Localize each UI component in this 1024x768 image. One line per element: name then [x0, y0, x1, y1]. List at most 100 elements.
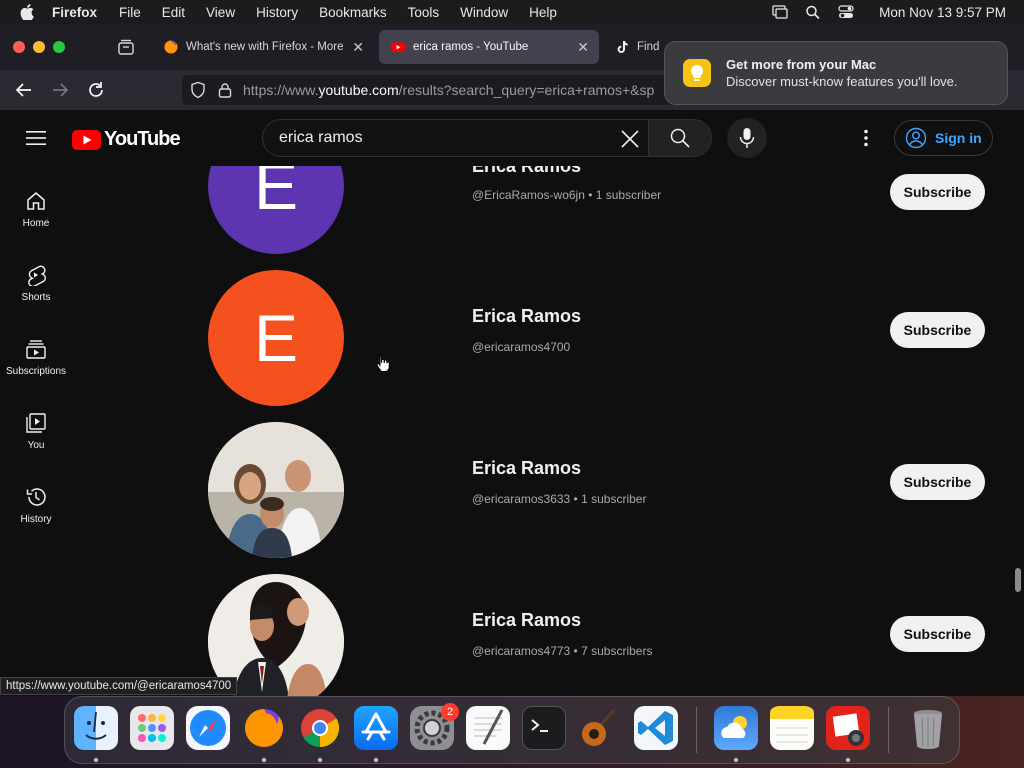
finder-icon[interactable] — [74, 706, 118, 750]
window-close-button[interactable] — [13, 41, 25, 53]
sign-in-label: Sign in — [935, 130, 982, 146]
tab-title: erica ramos - YouTube — [413, 41, 529, 53]
menu-history[interactable]: History — [256, 5, 298, 20]
menubar-clock[interactable]: Mon Nov 13 9:57 PM — [879, 5, 1006, 20]
subscribe-button[interactable]: Subscribe — [890, 616, 985, 652]
sidebar-item-home[interactable]: Home — [0, 176, 72, 250]
youtube-wordmark: YouTube — [104, 128, 181, 150]
app-store-icon[interactable] — [354, 706, 398, 750]
screen-mirroring-icon[interactable] — [772, 5, 788, 19]
url-bar[interactable]: https://www.youtube.com/results?search_q… — [182, 75, 682, 105]
spotlight-search-icon[interactable] — [805, 5, 821, 19]
channel-name[interactable]: Erica Ramos — [472, 306, 581, 327]
forward-arrow-icon[interactable] — [50, 80, 70, 100]
youtube-play-logo-icon — [72, 129, 101, 150]
more-options-icon[interactable] — [856, 128, 876, 148]
back-arrow-icon[interactable] — [14, 80, 34, 100]
launchpad-icon[interactable] — [130, 706, 174, 750]
macos-notification[interactable]: Get more from your Mac Discover must-kno… — [664, 41, 1008, 105]
clear-search-icon[interactable] — [619, 128, 641, 150]
tab-tiktok[interactable]: Find 'e — [603, 30, 663, 64]
page-scrollbar[interactable] — [1012, 166, 1024, 696]
safari-icon[interactable] — [186, 706, 230, 750]
subscribe-button[interactable]: Subscribe — [890, 174, 985, 210]
youtube-mini-sidebar: Home Shorts Subscriptions You History — [0, 166, 72, 696]
sidebar-item-subscriptions[interactable]: Subscriptions — [0, 324, 72, 398]
scrollbar-thumb[interactable] — [1015, 568, 1021, 592]
firefox-dock-icon[interactable] — [242, 706, 286, 750]
channel-result: E Erica Ramos @ericaramos4700 Subscribe — [72, 270, 1012, 422]
url-text: https://www.youtube.com/results?search_q… — [243, 82, 655, 98]
search-icon — [670, 128, 690, 148]
you-icon — [26, 413, 46, 433]
photo-booth-icon[interactable] — [826, 706, 870, 750]
window-zoom-button[interactable] — [53, 41, 65, 53]
sidebar-item-label: Home — [22, 218, 50, 229]
menu-help[interactable]: Help — [529, 5, 557, 20]
garageband-icon[interactable] — [578, 706, 622, 750]
sign-in-button[interactable]: Sign in — [894, 120, 993, 156]
menu-app-name[interactable]: Firefox — [52, 5, 97, 20]
menu-bookmarks[interactable]: Bookmarks — [319, 5, 387, 20]
tiktok-icon — [617, 41, 628, 53]
tab-close-icon[interactable]: ✕ — [577, 39, 589, 56]
channel-handle: @EricaRamos-wo6jn • 1 subscriber — [472, 188, 662, 202]
link-status-tooltip: https://www.youtube.com/@ericaramos4700 — [0, 677, 238, 695]
channel-name[interactable]: Erica Ramos — [472, 458, 581, 479]
search-button[interactable] — [648, 120, 711, 156]
sidebar-item-history[interactable]: History — [0, 472, 72, 546]
history-icon — [26, 488, 46, 506]
running-indicator — [262, 758, 266, 762]
notification-badge: 2 — [441, 703, 459, 721]
tab-firefox-whats-new[interactable]: What's new with Firefox - More ✕ — [152, 30, 374, 64]
channel-avatar[interactable]: E — [208, 270, 344, 406]
sidebar-item-label: Shorts — [21, 292, 51, 303]
menu-edit[interactable]: Edit — [162, 5, 185, 20]
menu-tools[interactable]: Tools — [408, 5, 440, 20]
youtube-logo[interactable]: YouTube — [72, 128, 181, 151]
running-indicator — [374, 758, 378, 762]
apple-icon[interactable] — [20, 4, 34, 20]
home-icon — [27, 192, 45, 210]
channel-avatar[interactable]: E — [208, 166, 344, 254]
account-circle-icon — [905, 127, 927, 149]
textedit-icon[interactable] — [466, 706, 510, 750]
subscribe-button[interactable]: Subscribe — [890, 312, 985, 348]
notification-title: Get more from your Mac — [726, 57, 877, 72]
running-indicator — [318, 758, 322, 762]
notification-body: Discover must-know features you'll love. — [726, 74, 958, 89]
sidebar-item-shorts[interactable]: Shorts — [0, 250, 72, 324]
subscriptions-icon — [26, 340, 46, 359]
menu-window[interactable]: Window — [460, 5, 508, 20]
hamburger-menu-icon[interactable] — [26, 130, 46, 146]
channel-name[interactable]: Erica Ramos — [472, 610, 581, 631]
tips-app-icon — [683, 59, 711, 87]
tab-overview-icon[interactable] — [117, 39, 135, 55]
tracking-protection-shield-icon[interactable] — [189, 81, 207, 99]
reload-icon[interactable] — [86, 80, 106, 100]
channel-handle: @ericaramos4773 • 7 subscribers — [472, 644, 653, 658]
voice-search-button[interactable] — [727, 118, 767, 158]
subscribe-button[interactable]: Subscribe — [890, 464, 985, 500]
control-center-icon[interactable] — [838, 5, 854, 19]
weather-icon[interactable] — [714, 706, 758, 750]
search-input[interactable] — [263, 120, 615, 156]
window-minimize-button[interactable] — [33, 41, 45, 53]
terminal-icon[interactable] — [522, 706, 566, 750]
tab-title: What's new with Firefox - More — [186, 41, 344, 53]
lock-icon[interactable] — [218, 82, 232, 98]
trash-icon[interactable] — [906, 706, 950, 750]
menu-file[interactable]: File — [119, 5, 141, 20]
menu-view[interactable]: View — [206, 5, 235, 20]
shorts-icon — [28, 265, 46, 286]
sidebar-item-you[interactable]: You — [0, 398, 72, 472]
desktop-background: 2 — [0, 696, 1024, 768]
channel-avatar-photo[interactable] — [208, 422, 344, 558]
vscode-icon[interactable] — [634, 706, 678, 750]
tab-youtube-search[interactable]: erica ramos - YouTube ✕ — [379, 30, 599, 64]
tab-close-icon[interactable]: ✕ — [352, 39, 364, 56]
chrome-icon[interactable] — [298, 706, 342, 750]
macos-menubar: Firefox File Edit View History Bookmarks… — [0, 0, 1024, 24]
channel-name[interactable]: Erica Ramos — [472, 166, 581, 177]
notes-icon[interactable] — [770, 706, 814, 750]
